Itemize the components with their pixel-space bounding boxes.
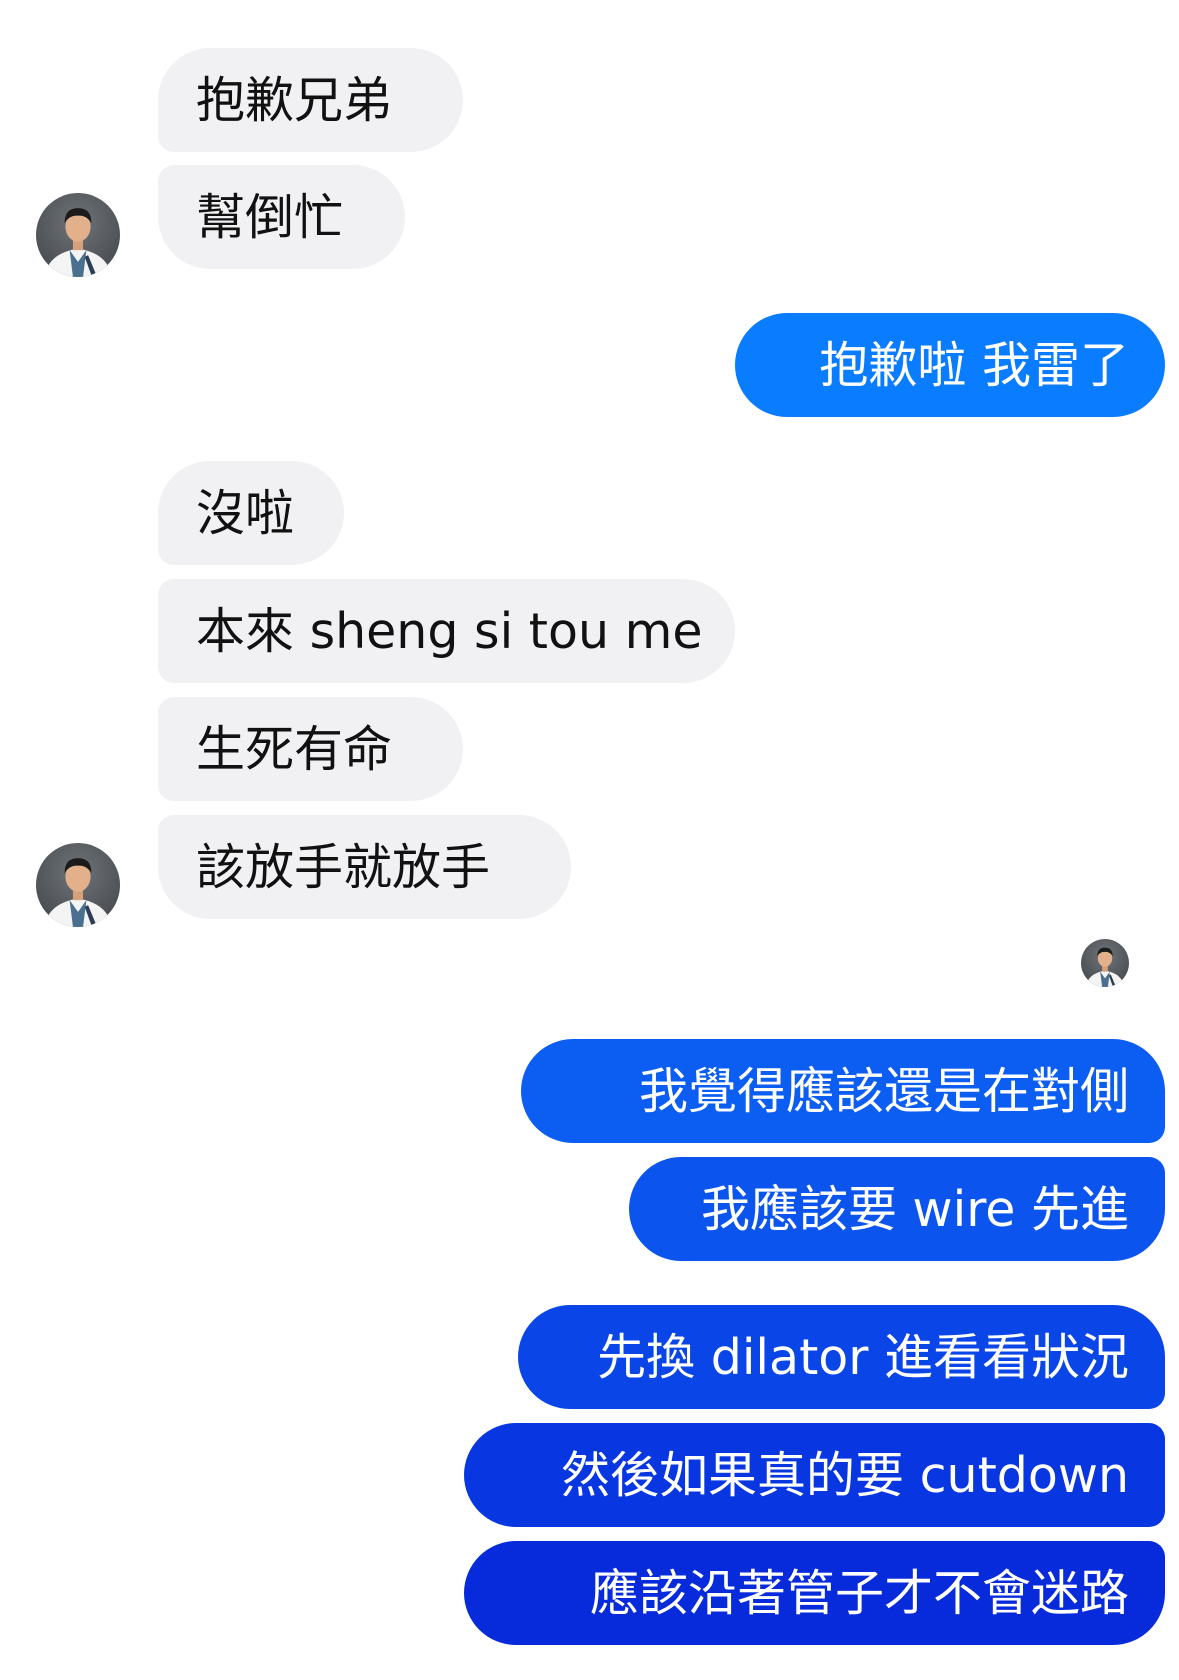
incoming-message-bubble[interactable]: 生死有命 [158, 697, 463, 801]
incoming-message-bubble[interactable]: 沒啦 [158, 461, 344, 565]
contact-avatar-icon [1085, 947, 1125, 987]
message-text: 抱歉啦 我雷了 [819, 336, 1129, 394]
message-text: 抱歉兄弟 [196, 71, 393, 129]
outgoing-message-bubble[interactable]: 抱歉啦 我雷了 [735, 313, 1165, 417]
outgoing-message-bubble[interactable]: 然後如果真的要 cutdown [464, 1423, 1165, 1527]
sender-avatar[interactable] [36, 193, 120, 277]
outgoing-message-bubble[interactable]: 應該沿著管子才不會迷路 [464, 1541, 1165, 1645]
incoming-message-bubble[interactable]: 幫倒忙 [158, 165, 405, 269]
incoming-message-bubble[interactable]: 該放手就放手 [158, 815, 571, 919]
message-text: 我應該要 wire 先進 [700, 1180, 1129, 1238]
message-text: 生死有命 [196, 720, 393, 778]
message-text: 該放手就放手 [196, 838, 491, 896]
message-text: 應該沿著管子才不會迷路 [589, 1564, 1129, 1622]
message-text: 幫倒忙 [196, 188, 344, 246]
read-receipt-avatar [1081, 939, 1129, 987]
message-text: 沒啦 [196, 484, 295, 542]
sender-avatar[interactable] [36, 843, 120, 927]
message-text: 我覺得應該還是在對側 [638, 1062, 1129, 1120]
outgoing-message-bubble[interactable]: 我應該要 wire 先進 [629, 1157, 1165, 1261]
message-text: 本來 sheng si tou me [196, 602, 703, 660]
incoming-message-bubble[interactable]: 本來 sheng si tou me [158, 579, 735, 683]
message-text: 先換 dilator 進看看狀況 [597, 1328, 1129, 1386]
contact-avatar-icon [44, 208, 112, 277]
message-text: 然後如果真的要 cutdown [561, 1446, 1129, 1504]
outgoing-message-bubble[interactable]: 先換 dilator 進看看狀況 [518, 1305, 1165, 1409]
incoming-message-bubble[interactable]: 抱歉兄弟 [158, 48, 463, 152]
message-thread: 抱歉兄弟 幫倒忙 抱歉啦 我雷了 沒啦 本來 sheng si tou me 生… [0, 0, 1179, 1680]
contact-avatar-icon [44, 858, 112, 927]
outgoing-message-bubble[interactable]: 我覺得應該還是在對側 [521, 1039, 1165, 1143]
